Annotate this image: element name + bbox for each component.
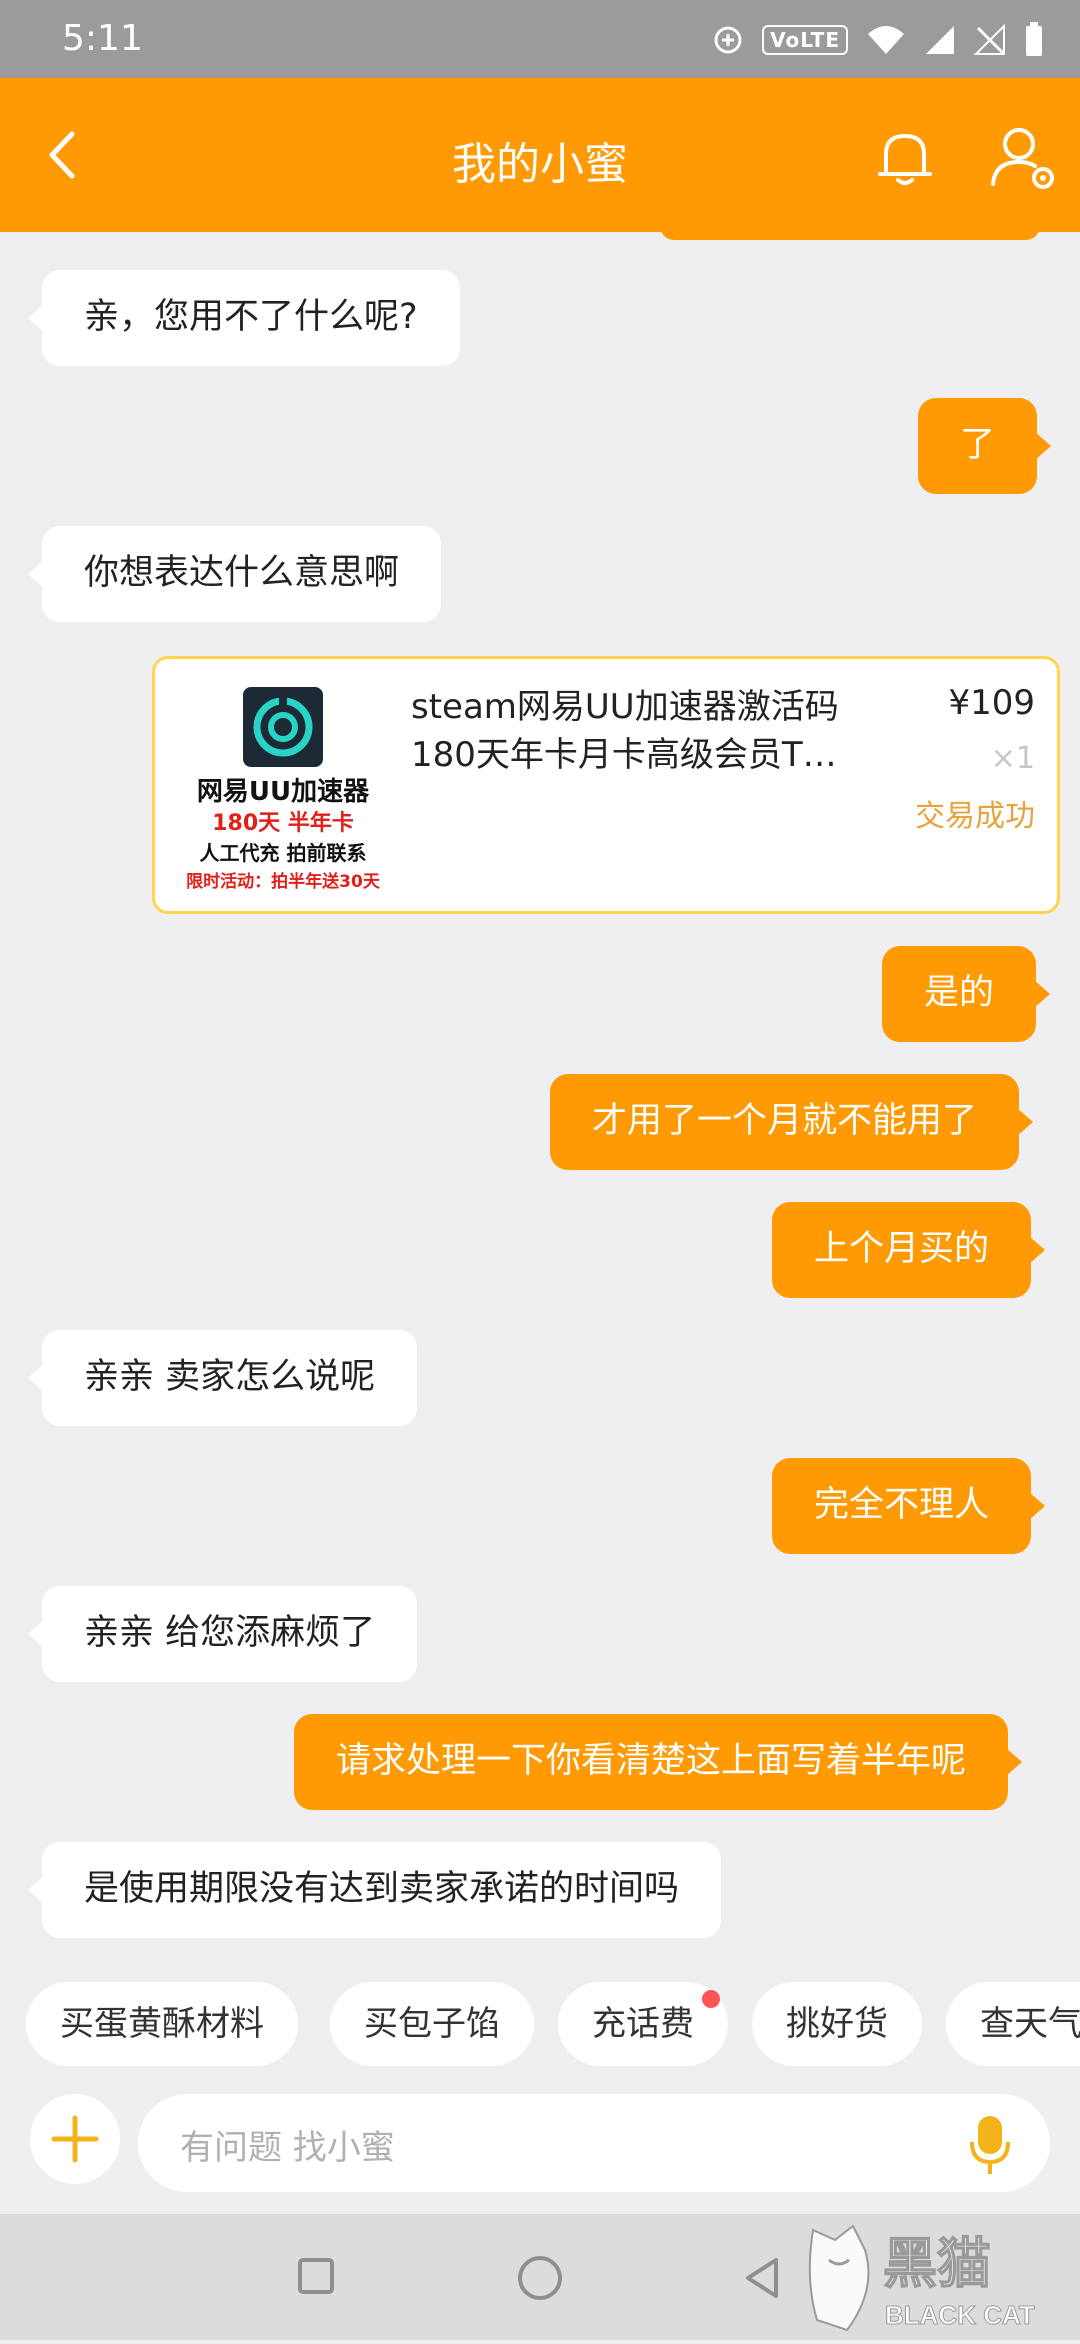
- user-settings-icon[interactable]: [985, 118, 1065, 198]
- user-message: 上个月买的: [772, 1202, 1046, 1298]
- svg-text:黑猫: 黑猫: [883, 2234, 991, 2294]
- microphone-icon[interactable]: [966, 2114, 1014, 2176]
- recents-button[interactable]: [298, 2258, 334, 2294]
- product-price: ¥109: [948, 683, 1035, 723]
- status-icons: VoLTE: [712, 18, 1044, 62]
- previous-message-bubble: [660, 232, 1040, 240]
- quick-chip-label: 买蛋黄酥材料: [60, 2004, 264, 2044]
- user-message: 请求处理一下你看清楚这上面写着半年呢: [294, 1714, 1023, 1810]
- quick-chip[interactable]: 充话费: [558, 1982, 728, 2066]
- status-time: 5:11: [62, 18, 143, 59]
- quick-chip[interactable]: 买蛋黄酥材料: [26, 1982, 298, 2066]
- thumbnail-line4: 限时活动：拍半年送30天: [186, 872, 380, 892]
- plus-icon: [51, 2115, 99, 2163]
- bell-icon[interactable]: [870, 122, 940, 192]
- quick-chip[interactable]: 挑好货: [752, 1982, 922, 2066]
- quick-chip[interactable]: 买包子馅: [330, 1982, 534, 2066]
- thumbnail-line2: 180天 半年卡: [212, 811, 354, 836]
- quick-reply-bar[interactable]: 买蛋黄酥材料 买包子馅 充话费 挑好货 查天气: [0, 1972, 1080, 2072]
- product-name-line1: steam网易UU加速器激活码: [411, 687, 839, 727]
- status-bar: 5:11 VoLTE: [0, 0, 1080, 78]
- signal-icon: [926, 26, 954, 54]
- black-cat-watermark: 黑猫 BLACK CAT: [805, 2220, 1080, 2340]
- quick-chip-label: 查天气: [980, 2004, 1080, 2044]
- quick-chip-label: 买包子馅: [364, 2004, 500, 2044]
- user-message: 完全不理人: [772, 1458, 1046, 1554]
- bot-message: 你想表达什么意思啊: [27, 526, 442, 622]
- quick-chip-label: 充话费: [592, 2004, 694, 2044]
- app-header: 我的小蜜: [0, 78, 1080, 232]
- product-quantity: ×1: [990, 741, 1035, 776]
- data-saver-icon: [714, 26, 742, 54]
- user-message: 才用了一个月就不能用了: [550, 1074, 1034, 1170]
- product-thumbnail: 网易UU加速器 180天 半年卡 人工代充 拍前联系 限时活动：拍半年送30天: [173, 677, 393, 897]
- nav-back-button[interactable]: [740, 2254, 784, 2302]
- input-bar: 有问题 找小蜜: [0, 2072, 1080, 2214]
- bot-message: 亲，您用不了什么呢?: [28, 270, 460, 366]
- bot-message: 亲亲 给您添麻烦了: [27, 1586, 418, 1682]
- battery-icon: [1026, 22, 1042, 56]
- uu-logo-icon: [243, 687, 323, 767]
- bot-message: 是使用期限没有达到卖家承诺的时间吗: [27, 1842, 722, 1938]
- triangle-back-icon: [746, 2258, 778, 2298]
- order-card[interactable]: 网易UU加速器 180天 半年卡 人工代充 拍前联系 限时活动：拍半年送30天 …: [152, 656, 1060, 914]
- thumbnail-line1: 网易UU加速器: [196, 777, 370, 807]
- quick-chip[interactable]: 查天气: [946, 1982, 1080, 2066]
- order-status: 交易成功: [915, 799, 1035, 834]
- user-message: 了: [918, 398, 1052, 494]
- notification-dot: [702, 1990, 720, 2008]
- signal-off-icon: [974, 24, 1006, 56]
- message-input[interactable]: 有问题 找小蜜: [138, 2094, 1050, 2192]
- wifi-icon: [868, 26, 904, 54]
- user-message: 是的: [882, 946, 1051, 1042]
- chat-thread[interactable]: 亲，您用不了什么呢? 了 你想表达什么意思啊 网易UU加速器 180天 半年卡 …: [0, 232, 1080, 1972]
- product-name[interactable]: steam网易UU加速器激活码 180天年卡月卡高级会员T…: [411, 683, 871, 779]
- quick-chip-label: 挑好货: [786, 2004, 888, 2044]
- message-input-placeholder: 有问题 找小蜜: [180, 2128, 395, 2168]
- home-button[interactable]: [518, 2256, 562, 2300]
- svg-text:BLACK CAT: BLACK CAT: [885, 2300, 1035, 2330]
- bot-message: 亲亲 卖家怎么说呢: [27, 1330, 418, 1426]
- black-cat-logo-icon: 黑猫 BLACK CAT: [808, 2224, 1035, 2332]
- add-button[interactable]: [30, 2094, 120, 2184]
- thumbnail-line3: 人工代充 拍前联系: [199, 841, 367, 865]
- product-name-line2: 180天年卡月卡高级会员T…: [411, 735, 837, 775]
- volte-badge: VoLTE: [762, 25, 848, 55]
